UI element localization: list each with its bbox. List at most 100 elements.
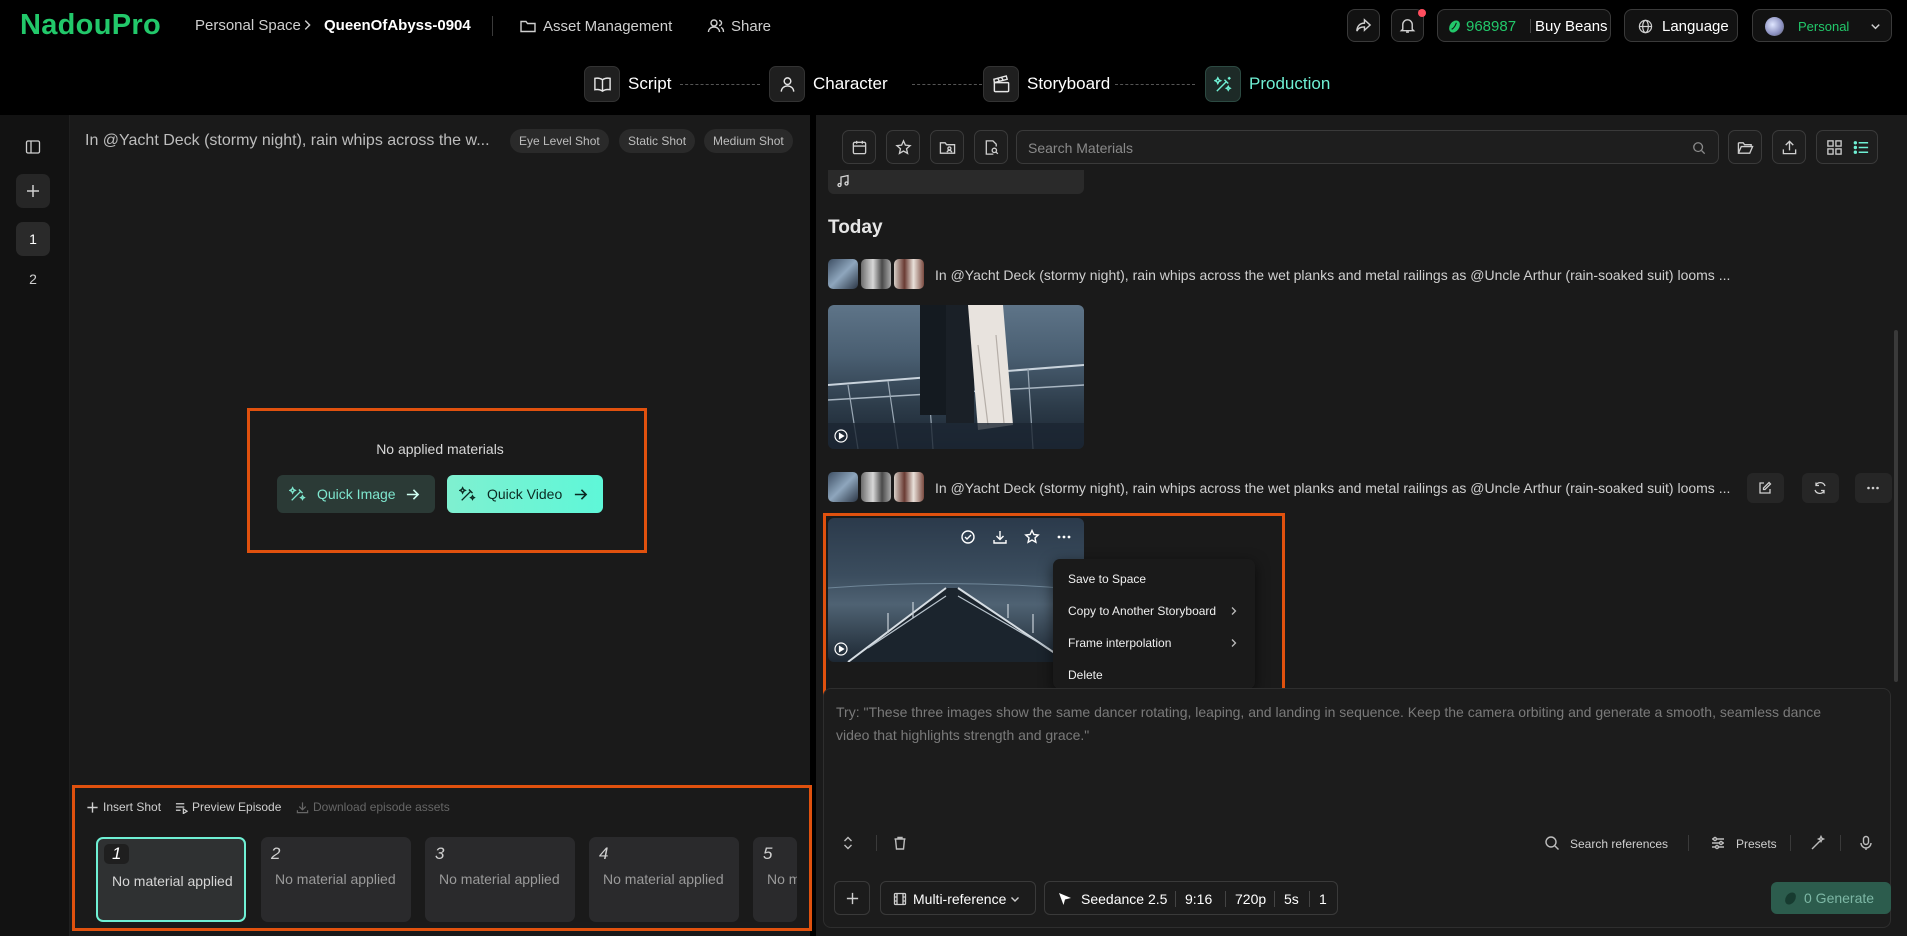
prompt-composer: Try: "These three images show the same d… [823,688,1891,928]
shot-card-5[interactable]: 5 No material applied [753,837,797,922]
scrollbar[interactable] [1894,330,1898,682]
mode-label: Multi-reference [913,891,1007,907]
forward-button[interactable] [1347,9,1380,42]
insert-shot-button[interactable]: Insert Shot [86,798,161,816]
account-menu[interactable]: Personal [1752,9,1892,42]
download-assets-label: Download episode assets [313,800,450,814]
arrow-right-icon [573,487,588,502]
reference-thumbnail[interactable] [894,472,924,502]
download-episode-assets-button[interactable]: Download episode assets [296,798,450,816]
people-filter-button[interactable] [930,130,964,164]
more-options-button[interactable] [1855,473,1892,503]
shot-status: No material applied [439,871,560,887]
reference-thumbnail[interactable] [861,472,891,502]
shot-status: No material applied [603,871,724,887]
shot-card-1[interactable]: 1 No material applied [96,837,246,922]
menu-item-save-to-space[interactable]: Save to Space [1068,572,1146,586]
user-icon [778,75,797,94]
calendar-filter-button[interactable] [842,130,876,164]
tag-eye-level-shot: Eye Level Shot [510,129,609,153]
empty-state-message: No applied materials [376,441,504,457]
mode-select[interactable]: Multi-reference [880,881,1036,915]
trash-icon[interactable] [892,835,908,851]
music-note-icon [836,174,850,188]
output-count: 1 [1319,891,1327,907]
calendar-icon [851,139,868,156]
star-icon[interactable] [1024,529,1040,545]
notification-badge [1418,9,1426,17]
upload-icon [1781,139,1798,156]
plus-icon [845,891,860,906]
preview-episode-button[interactable]: Preview Episode [175,798,281,816]
quick-video-button[interactable]: Quick Video [447,475,603,513]
regenerate-button[interactable] [1802,473,1839,503]
app-logo[interactable]: NadouPro [20,9,161,42]
open-folder-button[interactable] [1728,130,1762,164]
prompt-input[interactable]: Try: "These three images show the same d… [836,701,1856,747]
microphone-icon[interactable] [1858,835,1874,851]
menu-item-delete[interactable]: Delete [1068,668,1103,682]
grid-icon[interactable] [1826,139,1843,156]
beans-count: 968987 [1466,18,1517,35]
search-references-button[interactable]: Search references [1570,837,1668,851]
asset-management-button[interactable]: Asset Management [519,14,672,38]
document-search-button[interactable] [974,130,1008,164]
video-thumbnail[interactable] [828,305,1084,449]
expand-icon[interactable] [840,835,856,851]
download-icon[interactable] [992,529,1008,545]
quick-image-button[interactable]: Quick Image [277,475,435,513]
reference-thumbnail[interactable] [861,259,891,289]
film-icon [893,892,907,906]
shot-status: No material applied [112,873,233,889]
star-icon [895,139,912,156]
add-episode-button[interactable] [16,174,50,208]
breadcrumb-project[interactable]: QueenOfAbyss-0904 [324,17,471,34]
duration: 5s [1284,891,1299,907]
folder-open-icon [1737,139,1754,156]
menu-item-copy-to-storyboard[interactable]: Copy to Another Storyboard [1068,604,1216,618]
favorites-filter-button[interactable] [886,130,920,164]
shot-number: 5 [763,844,773,863]
reference-thumbnail[interactable] [828,472,858,502]
beans-balance[interactable]: 968987 Buy Beans [1437,9,1611,42]
shot-card-2[interactable]: 2 No material applied [261,837,411,922]
generate-button[interactable]: 0 Generate [1771,882,1891,914]
sparkle-wand-icon[interactable] [1810,835,1826,851]
search-input[interactable]: Search Materials [1016,130,1719,164]
list-icon[interactable] [1853,139,1870,156]
folder-user-icon [939,139,956,156]
model-settings-button[interactable]: Seedance 2.5 9:16 720p 5s 1 [1044,881,1338,915]
reference-thumbnail[interactable] [894,259,924,289]
wand-icon [459,485,477,503]
shot-card-3[interactable]: 3 No material applied [425,837,575,922]
upload-button[interactable] [1772,130,1806,164]
edit-button[interactable] [1747,473,1784,503]
breadcrumb-personal-space[interactable]: Personal Space [195,17,301,34]
insert-shot-label: Insert Shot [103,800,162,814]
chevron-right-icon [1229,638,1239,648]
episode-item-1[interactable]: 1 [16,222,50,256]
menu-item-frame-interpolation[interactable]: Frame interpolation [1068,636,1171,650]
shot-number: 2 [271,844,281,863]
reference-thumbnail[interactable] [828,259,858,289]
episode-item-2[interactable]: 2 [16,262,50,296]
check-circle-icon[interactable] [960,529,976,545]
quick-video-label: Quick Video [487,486,563,502]
language-button[interactable]: Language [1624,9,1738,42]
step-connector [680,84,760,85]
more-horizontal-icon[interactable] [1056,529,1072,545]
bean-icon [1783,891,1798,906]
add-reference-button[interactable] [834,881,870,915]
divider [1840,835,1841,851]
audio-clip-item[interactable] [828,170,1084,194]
shot-card-4[interactable]: 4 No material applied [589,837,739,922]
share-button[interactable]: Share [707,14,771,38]
buy-beans-button[interactable]: Buy Beans [1535,18,1608,35]
presets-button[interactable]: Presets [1736,837,1777,851]
toggle-sidebar-button[interactable] [16,130,50,164]
play-icon[interactable] [834,429,848,443]
model-logo-icon [1057,891,1073,907]
section-title-today: Today [828,217,883,238]
search-icon [1692,141,1706,155]
view-toggle[interactable] [1816,130,1878,164]
